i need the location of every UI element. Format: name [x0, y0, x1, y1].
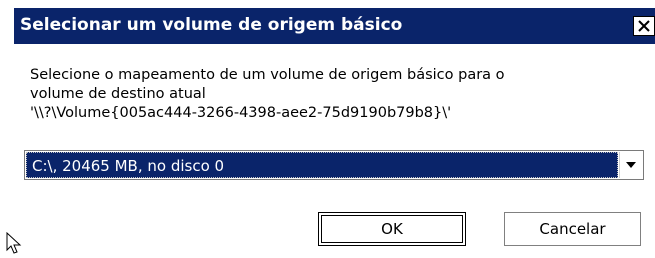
dropdown-arrow-button[interactable]	[619, 152, 642, 178]
description-line-3: '\\?\Volume{005ac444-3266-4398-aee2-75d9…	[30, 105, 452, 121]
dialog-title: Selecionar um volume de origem básico	[20, 15, 403, 35]
source-volume-select[interactable]: C:\, 20465 MB, no disco 0	[24, 150, 644, 180]
mouse-cursor-icon	[6, 231, 22, 258]
cancel-button[interactable]: Cancelar	[504, 212, 641, 246]
select-basic-volume-dialog: Selecionar um volume de origem básico Se…	[0, 0, 655, 258]
close-button[interactable]	[633, 16, 655, 36]
dialog-description: Selecione o mapeamento de um volume de o…	[30, 66, 630, 123]
source-volume-selected-value: C:\, 20465 MB, no disco 0	[26, 152, 618, 178]
dialog-titlebar: Selecionar um volume de origem básico	[14, 8, 655, 44]
chevron-down-icon	[626, 162, 636, 168]
description-line-2: volume de destino atual	[30, 86, 206, 102]
description-line-1: Selecione o mapeamento de um volume de o…	[30, 67, 505, 83]
close-icon	[638, 20, 650, 32]
ok-button[interactable]: OK	[318, 212, 466, 246]
